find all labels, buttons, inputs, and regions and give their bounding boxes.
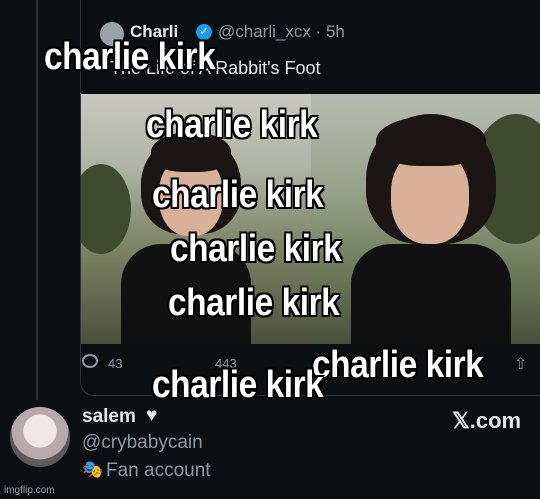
share-icon[interactable]: ⇧ bbox=[514, 354, 527, 374]
x-logo[interactable]: 𝕏.com bbox=[452, 408, 521, 434]
attribution-name[interactable]: salem bbox=[82, 406, 136, 428]
caption-text: charlie kirk bbox=[152, 174, 324, 216]
caption-text: charlie kirk bbox=[170, 228, 342, 270]
heart-icon: ♥ bbox=[146, 405, 158, 426]
quoted-handle-time: @charli_xcx · 5h bbox=[218, 22, 345, 41]
caption-text: charlie kirk bbox=[44, 36, 216, 78]
screenshot-frame: Charli ✓ @charli_xcx · 5h The Life of A … bbox=[0, 0, 540, 499]
imgflip-watermark: imgflip.com bbox=[4, 485, 55, 496]
caption-text: charlie kirk bbox=[152, 364, 324, 406]
attribution-avatar[interactable] bbox=[10, 407, 70, 467]
thread-line bbox=[36, 0, 38, 400]
mask-icon: 🎭 bbox=[82, 460, 104, 479]
reply-icon[interactable] bbox=[82, 354, 98, 368]
caption-text: charlie kirk bbox=[146, 104, 318, 146]
reply-count: 43 bbox=[108, 356, 123, 371]
photo-right-panel bbox=[311, 94, 540, 344]
attribution-account-label: Fan account bbox=[106, 460, 211, 481]
caption-text: charlie kirk bbox=[168, 282, 340, 324]
attribution-handle[interactable]: @crybabycain bbox=[82, 432, 203, 454]
caption-text: charlie kirk bbox=[312, 344, 484, 386]
